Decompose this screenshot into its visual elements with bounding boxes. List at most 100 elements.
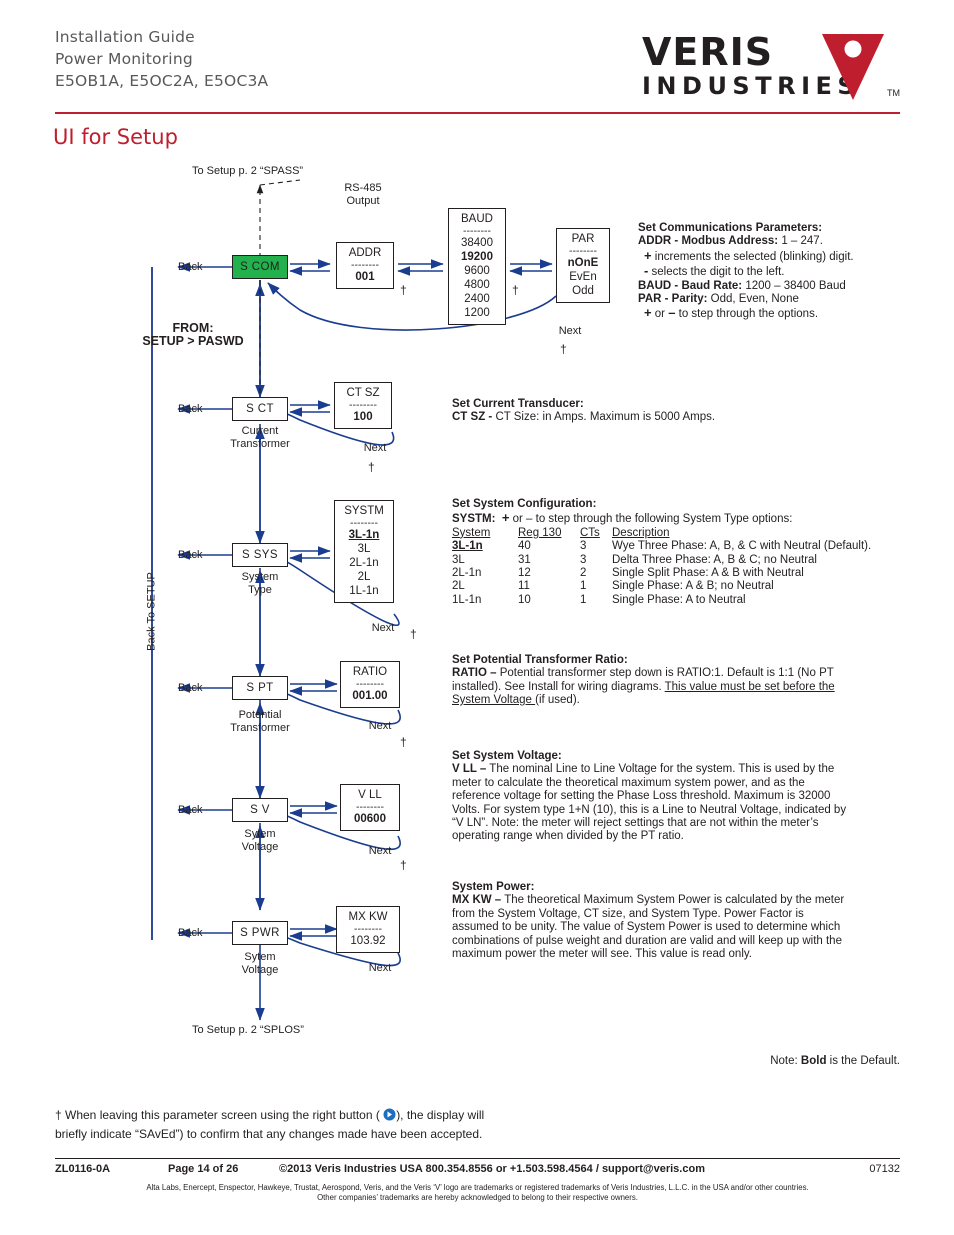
label-system-voltage-pwr: Sytem Voltage [241,951,279,976]
cell-reg: 11 [518,580,530,593]
next-label-sys: Next [371,622,395,634]
document-footer: ZL0116-0A Page 14 of 26 ©2013 Veris Indu… [55,1163,900,1178]
col-description: Description [612,526,670,539]
value-box-systm[interactable]: SYSTM -------- 3L-1n 3L 2L-1n 2L 1L-1n [334,500,394,603]
baud-option-1: 19200 [461,251,493,263]
vll-value: 00600 [354,813,386,825]
sys-heading: Set System Configuration: [452,498,597,510]
dagger-sys: † [410,627,417,641]
cell-desc: Wye Three Phase: A, B, & C with Neutral … [612,540,872,553]
ct-heading: Set Current Transducer: [452,398,584,410]
next-label-par: Next [558,325,582,337]
label-system-type: System Type [241,571,279,596]
value-box-addr[interactable]: ADDR -------- 001 [336,242,394,289]
back-label-pt: Back [178,682,203,694]
from-label: FROM: SETUP > PASWD [142,321,244,348]
pt-heading: Set Potential Transformer Ratio: [452,654,628,666]
text-block-system-voltage: Set System Voltage: V LL – The nominal L… [452,750,847,843]
baud-title: BAUD [461,213,493,225]
cell-desc: Delta Three Phase: A, B & C; no Neutral [612,553,817,566]
cell-cts: 1 [580,593,587,606]
footer-legal-line-2: Other companies’ trademarks are hereby a… [317,1193,638,1202]
table-row: 1L-1n 10 1 Single Phase: A to Neutral [452,594,871,607]
rs485-label: RS-485 Output [344,182,382,207]
footer-legal: Alta Labs, Enercept, Enspector, Hawkeye,… [55,1183,900,1203]
par-title: PAR [571,233,595,245]
node-s-pwr[interactable]: S PWR [232,921,288,945]
baud-option-0: 38400 [461,237,493,249]
addr-title: ADDR [348,247,382,259]
ratio-title: RATIO [352,666,388,678]
text-block-pt-ratio: Set Potential Transformer Ratio: RATIO –… [452,654,835,707]
mxkw-title: MX KW [348,911,388,923]
voltage-heading: Set System Voltage: [452,750,562,762]
table-row: 2L-1n 12 2 Single Split Phase: A & B wit… [452,567,871,580]
note-default: Note: Bold is the Default. [770,1055,900,1067]
back-to-setup-label: Back To SETUP [145,572,158,651]
text-block-system-power: System Power: MX KW – The theoretical Ma… [452,881,845,961]
value-box-par[interactable]: PAR -------- nOnE EvEn Odd [556,228,610,303]
baud-option-2: 9600 [464,265,490,277]
vll-separator: -------- [356,801,384,813]
value-box-ct-sz[interactable]: CT SZ -------- 100 [334,382,392,429]
baud-option-3: 4800 [464,279,490,291]
cell-desc: Single Phase: A & B; no Neutral [612,580,774,593]
cell-desc: Single Phase: A to Neutral [612,593,746,606]
addr-value: 001 [355,271,375,283]
footer-doc-id: ZL0116-0A [55,1163,111,1175]
footer-legal-line-1: Alta Labs, Enercept, Enspector, Hawkeye,… [146,1183,809,1192]
node-s-ct[interactable]: S CT [232,397,288,421]
back-label-sys: Back [178,549,203,561]
node-s-sys[interactable]: S SYS [232,543,288,567]
cell-desc: Single Split Phase: A & B with Neutral [612,567,804,580]
footer-page: Page 14 of 26 [168,1163,239,1175]
col-reg130: Reg 130 [518,526,562,539]
text-block-system-config: Set System Configuration: SYSTM: + or – … [452,498,872,607]
baud-option-4: 2400 [464,293,490,305]
node-s-com[interactable]: S COM [232,255,288,279]
dagger-par: † [560,342,567,356]
node-s-pt[interactable]: S PT [232,676,288,700]
next-label-v: Next [368,845,392,857]
link-to-splos[interactable]: To Setup p. 2 “SPLOS” [192,1024,392,1037]
label-current-transformer: Current Transformer [230,425,290,450]
ctsz-value: 100 [353,411,373,423]
footnote: † When leaving this parameter screen usi… [55,1106,655,1144]
ratio-value: 001.00 [352,690,388,702]
cell-system: 3L [452,553,465,566]
systm-separator: -------- [350,517,378,529]
ratio-separator: -------- [356,678,384,690]
systm-option-0: 3L-1n [348,529,380,541]
systm-option-2: 2L-1n [349,557,379,569]
footer-copyright: ©2013 Veris Industries USA 800.354.8556 … [279,1163,705,1175]
footnote-text-b: ), the display will [396,1108,485,1122]
systm-option-3: 2L [357,571,371,583]
cell-reg: 10 [518,593,531,606]
back-label-com: Back [178,261,203,273]
footnote-line-2: briefly indicate “SAvEd”) to confirm tha… [55,1127,483,1141]
baud-option-5: 1200 [464,307,490,319]
footer-divider [55,1158,900,1159]
power-heading: System Power: [452,881,535,893]
value-box-mx-kw[interactable]: MX KW -------- 103.92 [336,906,400,953]
comms-heading: Set Communications Parameters: [638,222,823,234]
cell-cts: 1 [580,580,587,593]
addr-separator: -------- [351,259,379,271]
system-type-table: System Reg 130 CTs Description 3L-1n 40 … [452,527,871,607]
mxkw-separator: -------- [354,923,382,935]
cell-reg: 12 [518,567,531,580]
link-to-spass[interactable]: To Setup p. 2 “SPASS” [192,165,372,178]
value-box-ratio[interactable]: RATIO -------- 001.00 [340,661,400,708]
value-box-baud[interactable]: BAUD -------- 38400 19200 9600 4800 2400… [448,208,506,325]
value-box-v-ll[interactable]: V LL -------- 00600 [340,784,400,831]
systm-title: SYSTM [344,505,384,517]
table-row: 3L-1n 40 3 Wye Three Phase: A, B, & C wi… [452,540,871,553]
dagger-ct: † [368,460,375,474]
back-label-pwr: Back [178,927,203,939]
systm-option-4: 1L-1n [349,585,379,597]
dagger-pt: † [400,735,407,749]
cell-reg: 31 [518,553,531,566]
next-label-pwr: Next [368,962,392,974]
node-s-v[interactable]: S V [232,798,288,822]
setup-ui-flow-diagram: To Setup p. 2 “SPASS” RS-485 Output FROM:… [0,0,954,1235]
